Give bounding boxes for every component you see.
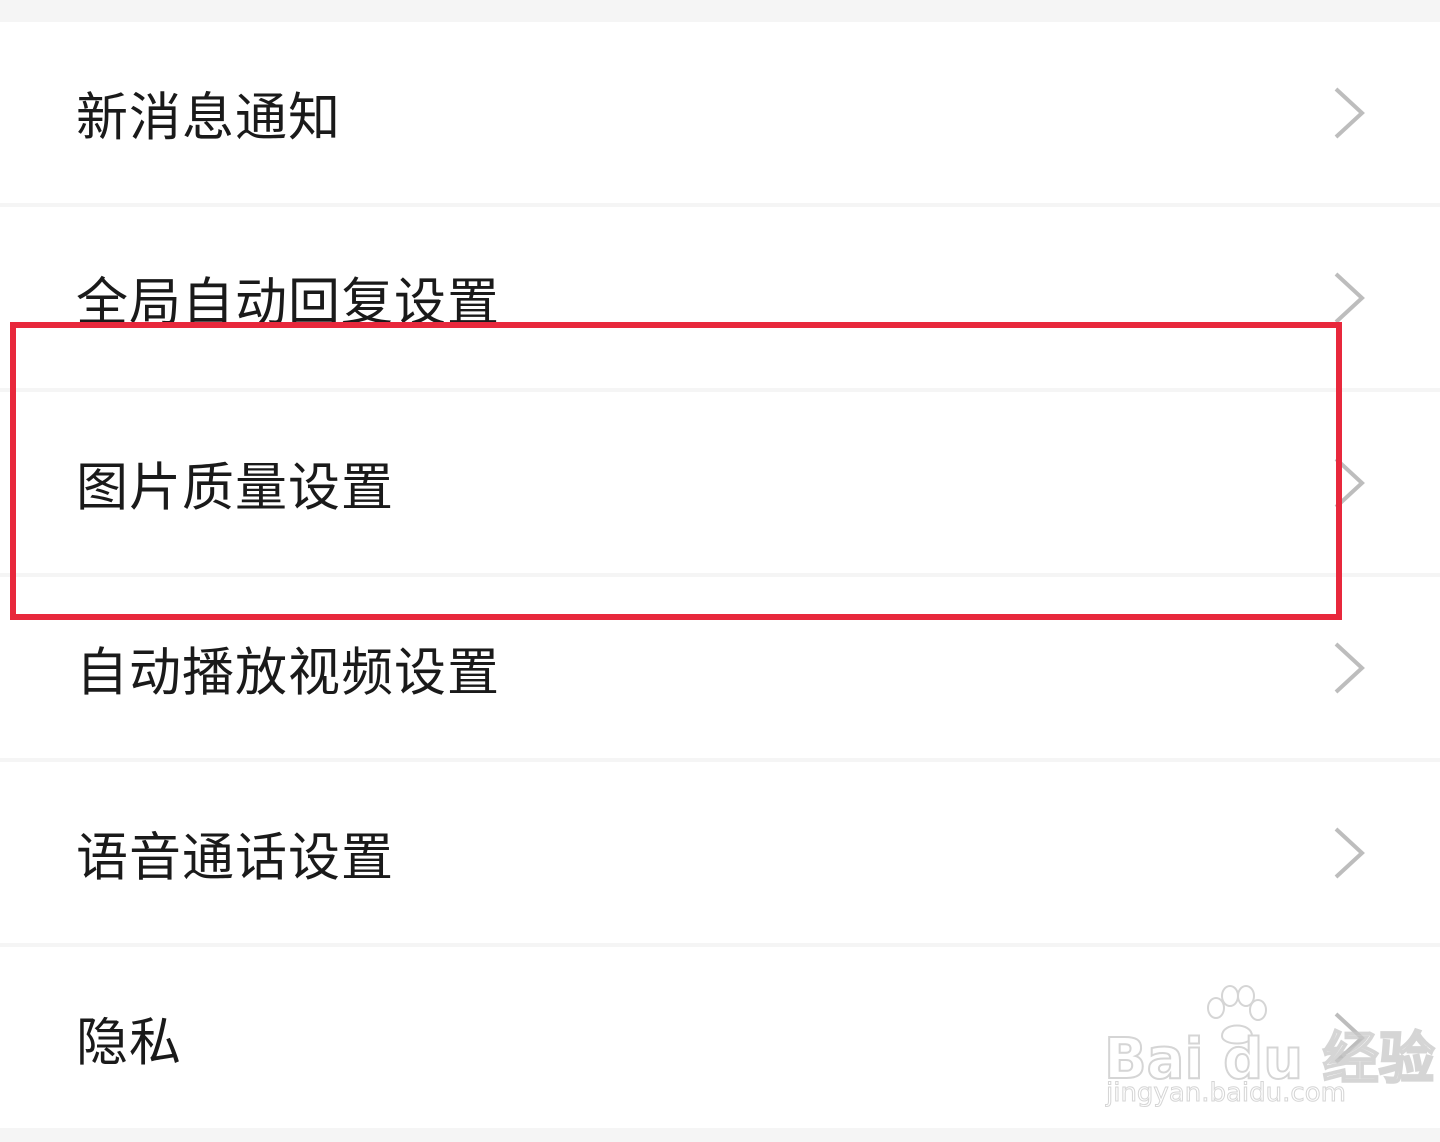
chevron-right-icon xyxy=(1334,87,1365,138)
chevron-right-icon xyxy=(1334,642,1365,693)
settings-item-voice-call[interactable]: 语音通话设置 xyxy=(0,762,1440,943)
watermark-url: jingyan.baidu.com xyxy=(1106,1078,1347,1109)
settings-page: 新消息通知 全局自动回复设置 图片质量设置 自动播放视频设置 语音通话设置 隐私… xyxy=(0,0,1440,1142)
settings-item-autoplay-video[interactable]: 自动播放视频设置 xyxy=(0,577,1440,758)
settings-item-label: 自动播放视频设置 xyxy=(76,643,501,703)
settings-item-label: 语音通话设置 xyxy=(76,828,395,888)
settings-item-global-auto-reply[interactable]: 全局自动回复设置 xyxy=(0,207,1440,388)
settings-item-label: 全局自动回复设置 xyxy=(76,273,501,333)
settings-item-label: 新消息通知 xyxy=(76,88,342,148)
watermark: Bai du 经验 jingyan.baidu.com xyxy=(1103,984,1436,1114)
settings-item-image-quality[interactable]: 图片质量设置 xyxy=(0,392,1440,573)
settings-item-label: 图片质量设置 xyxy=(76,458,395,518)
settings-item-new-message-notification[interactable]: 新消息通知 xyxy=(0,22,1440,203)
settings-list: 新消息通知 全局自动回复设置 图片质量设置 自动播放视频设置 语音通话设置 隐私 xyxy=(0,22,1440,1132)
chevron-right-icon xyxy=(1334,272,1365,323)
chevron-right-icon xyxy=(1334,827,1365,878)
settings-item-label: 隐私 xyxy=(76,1013,183,1073)
chevron-right-icon xyxy=(1334,457,1365,508)
